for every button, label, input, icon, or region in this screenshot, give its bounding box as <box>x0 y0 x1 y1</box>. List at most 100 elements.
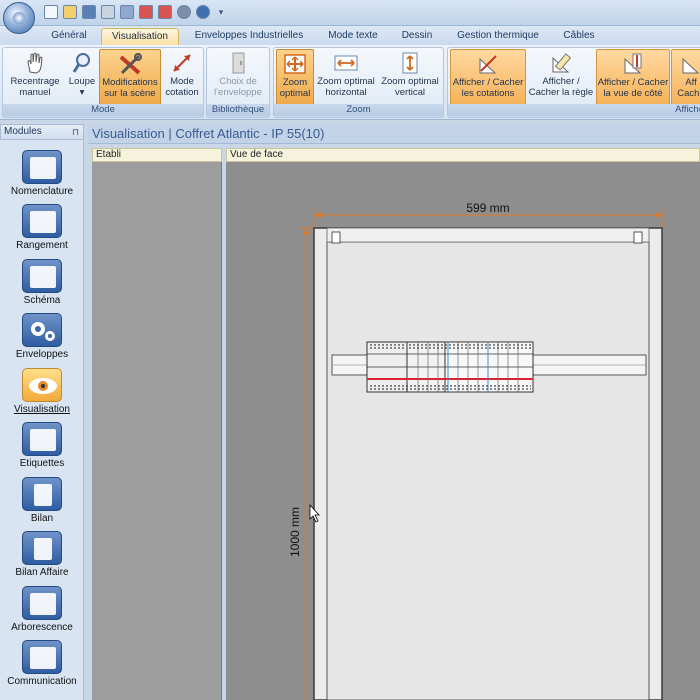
tab-dessin[interactable]: Dessin <box>394 28 440 45</box>
zoom-optimal-button[interactable]: Zoom optimal <box>276 49 314 106</box>
zoom-horizontal-button[interactable]: Zoom optimal horizontal <box>315 49 377 106</box>
module-visualisation[interactable]: Visualisation <box>0 362 84 416</box>
module-communication[interactable]: Communication <box>0 634 84 688</box>
zoom-vertical-label: Zoom optimal vertical <box>381 76 439 98</box>
enclosure[interactable] <box>313 227 663 700</box>
save-icon[interactable] <box>82 5 96 19</box>
loupe-button[interactable]: Loupe ▾ <box>65 49 99 106</box>
etabli-header: Etabli <box>92 148 222 162</box>
loupe-dropdown-icon[interactable]: ▾ <box>65 87 99 98</box>
regle-label: Afficher / Cacher la règle <box>528 76 594 98</box>
recentrage-label: Recentrage manuel <box>10 76 60 98</box>
mode-cotation-button[interactable]: Mode cotation <box>161 49 203 106</box>
modifications-scene-button[interactable]: Modifications sur la scène <box>99 49 161 106</box>
cotations-label: Afficher / Cacher les cotations <box>452 77 524 99</box>
module-label: Schéma <box>23 295 61 306</box>
width-dimension-label: 599 mm <box>466 201 509 215</box>
modular-devices[interactable] <box>366 341 534 393</box>
module-label: Communication <box>7 676 77 687</box>
module-label: Nomenclature <box>10 186 74 197</box>
new-document-icon[interactable] <box>44 5 58 19</box>
partial-label-bottom: Cache <box>677 88 700 99</box>
loupe-label: Loupe <box>68 76 96 87</box>
zoom-vertical-button[interactable]: Zoom optimal vertical <box>378 49 442 106</box>
height-dimension[interactable]: 1000 mm <box>288 227 314 700</box>
communication-icon <box>22 640 62 674</box>
module-bilan[interactable]: Bilan <box>0 471 84 525</box>
tab-visualisation[interactable]: Visualisation <box>101 28 179 45</box>
application-menu-button[interactable] <box>3 2 35 34</box>
front-view-canvas[interactable]: 599 mm 1000 mm <box>226 162 700 700</box>
module-label: Bilan Affaire <box>15 567 69 578</box>
group-affichage-label: Affiche <box>448 104 700 116</box>
dimension-arrow-icon <box>169 52 195 74</box>
print-icon[interactable] <box>101 5 115 19</box>
module-etiquettes[interactable]: Etiquettes <box>0 416 84 470</box>
height-dimension-label: 1000 mm <box>288 507 302 557</box>
zoom-vertical-icon <box>397 52 423 74</box>
bilan-document-icon <box>22 477 62 511</box>
magnifier-icon <box>69 52 95 74</box>
dimension-display-icon <box>475 53 501 75</box>
afficher-regle-button[interactable]: Afficher / Cacher la règle <box>527 49 595 106</box>
module-nomenclature[interactable]: Nomenclature <box>0 144 84 198</box>
enclosure-drawing: 599 mm 1000 mm <box>288 201 663 700</box>
ribbon-tab-bar: Général Visualisation Enveloppes Industr… <box>0 26 700 45</box>
schema-icon <box>22 259 62 293</box>
cut-icon[interactable] <box>158 5 172 19</box>
module-label: Arborescence <box>11 622 73 633</box>
width-dimension[interactable]: 599 mm <box>313 201 663 228</box>
etabli-panel[interactable] <box>92 162 222 700</box>
zoom-optimal-label: Zoom optimal <box>279 77 311 99</box>
ribbon: Recentrage manuel Loupe ▾ Modifications … <box>0 45 700 120</box>
afficher-cotations-button[interactable]: Afficher / Cacher les cotations <box>450 49 526 106</box>
group-mode: Recentrage manuel Loupe ▾ Modifications … <box>2 47 204 118</box>
undo-icon[interactable] <box>177 5 191 19</box>
bilan-affaire-icon <box>22 531 62 565</box>
vue-de-face-header: Vue de face <box>226 148 700 162</box>
tab-gestion-thermique[interactable]: Gestion thermique <box>450 28 546 45</box>
group-mode-label: Mode <box>3 104 203 116</box>
tab-enveloppes-industrielles[interactable]: Enveloppes Industrielles <box>188 28 310 45</box>
document-title: Visualisation | Coffret Atlantic - IP 55… <box>88 124 700 144</box>
open-folder-icon[interactable] <box>63 5 77 19</box>
tab-general[interactable]: Général <box>44 28 94 45</box>
module-label: Bilan <box>30 513 54 524</box>
recentrage-manuel-button[interactable]: Recentrage manuel <box>5 49 65 106</box>
module-enveloppes[interactable]: Enveloppes <box>0 307 84 361</box>
tab-cables[interactable]: Câbles <box>556 28 602 45</box>
module-label: Visualisation <box>14 404 70 415</box>
pin-icon[interactable]: ⊓ <box>72 125 79 139</box>
ruler-icon <box>548 52 574 74</box>
module-label: Rangement <box>16 240 68 251</box>
module-arborescence[interactable]: Arborescence <box>0 580 84 634</box>
print-preview-icon[interactable] <box>120 5 134 19</box>
vue-cote-label: Afficher / Cacher la vue de côté <box>597 77 669 99</box>
group-bibliotheque-label: Bibliothèque <box>207 104 269 116</box>
choix-enveloppe-button[interactable]: Choix de l'enveloppe <box>209 49 267 106</box>
module-label: Enveloppes <box>15 349 69 360</box>
side-view-icon <box>620 53 646 75</box>
choix-label: Choix de l'enveloppe <box>214 76 262 98</box>
tool-icon[interactable] <box>139 5 153 19</box>
modules-panel-header: Modules ⊓ <box>0 124 84 140</box>
module-schema[interactable]: Schéma <box>0 253 84 307</box>
customize-quick-access-icon[interactable]: ▾ <box>216 5 226 19</box>
module-rangement[interactable]: Rangement <box>0 198 84 252</box>
tab-mode-texte[interactable]: Mode texte <box>320 28 386 45</box>
rangement-icon <box>22 204 62 238</box>
afficher-partial-button[interactable]: Aff Cache <box>671 49 700 106</box>
module-bilan-affaire[interactable]: Bilan Affaire <box>0 525 84 579</box>
tools-icon <box>117 53 143 75</box>
afficher-vue-cote-button[interactable]: Afficher / Cacher la vue de côté <box>596 49 670 106</box>
modules-panel: Nomenclature Rangement Schéma Enveloppes… <box>0 140 84 700</box>
redo-icon[interactable] <box>196 5 210 19</box>
group-zoom-label: Zoom <box>274 104 443 116</box>
gears-icon <box>22 313 62 347</box>
label-grid-icon <box>22 422 62 456</box>
partial-display-icon <box>678 53 700 75</box>
zoom-optimal-icon <box>282 53 308 75</box>
modifications-label: Modifications sur la scène <box>102 77 158 99</box>
partial-label-top: Aff <box>685 77 697 88</box>
eye-icon <box>22 368 62 402</box>
